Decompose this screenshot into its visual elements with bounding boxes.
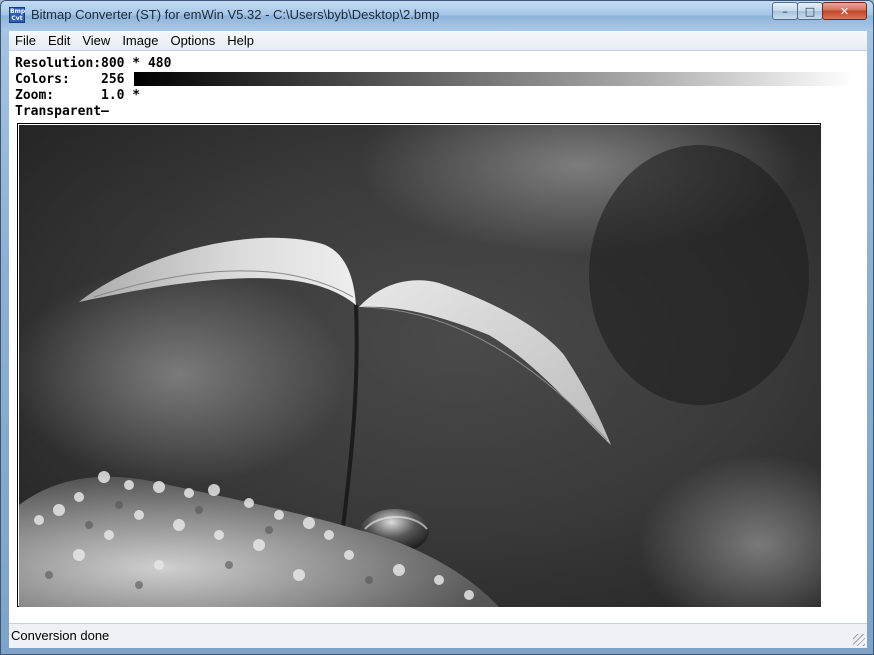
status-bar: Conversion done [9, 623, 867, 648]
title-bar[interactable]: Bmp Cvt Bitmap Converter (ST) for emWin … [1, 1, 873, 31]
caption-buttons: – □ ✕ [772, 2, 867, 20]
client-area: Resolution:800 * 480 Colors: 256 Zoom: 1.0… [9, 51, 867, 623]
close-button[interactable]: ✕ [822, 2, 867, 20]
app-window: Bmp Cvt Bitmap Converter (ST) for emWin … [0, 0, 874, 655]
menu-file[interactable]: File [9, 31, 42, 50]
menu-edit[interactable]: Edit [42, 31, 76, 50]
menu-help[interactable]: Help [221, 31, 260, 50]
colors-label: Colors: [15, 72, 70, 87]
resolution-label: Resolution: [15, 56, 102, 71]
seedling-image [19, 125, 821, 607]
status-text: Conversion done [11, 628, 110, 643]
zoom-value: 1.0 * [101, 88, 141, 103]
palette-gradient [134, 72, 854, 86]
menu-view[interactable]: View [76, 31, 116, 50]
transparent-label: Transparent [15, 104, 102, 119]
minimize-button[interactable]: – [772, 2, 798, 20]
transparent-value: — [101, 104, 109, 119]
colors-value: 256 [101, 72, 125, 87]
resolution-row: Resolution:800 * 480 [15, 56, 171, 71]
window-title: Bitmap Converter (ST) for emWin V5.32 - … [31, 7, 440, 22]
menu-bar: File Edit View Image Options Help [9, 31, 867, 51]
bitmap-preview[interactable] [17, 123, 821, 607]
bitmap-converter-icon[interactable]: Bmp Cvt [9, 7, 25, 23]
resize-grip[interactable] [853, 634, 865, 646]
zoom-label: Zoom: [15, 88, 55, 103]
maximize-button[interactable]: □ [797, 2, 823, 20]
zoom-row: Zoom: 1.0 * [15, 88, 140, 103]
menu-image[interactable]: Image [116, 31, 164, 50]
resolution-value: 800 * 480 [101, 56, 172, 71]
menu-options[interactable]: Options [164, 31, 221, 50]
colors-row: Colors: 256 [15, 72, 124, 87]
transparent-row: Transparent— [15, 104, 109, 119]
